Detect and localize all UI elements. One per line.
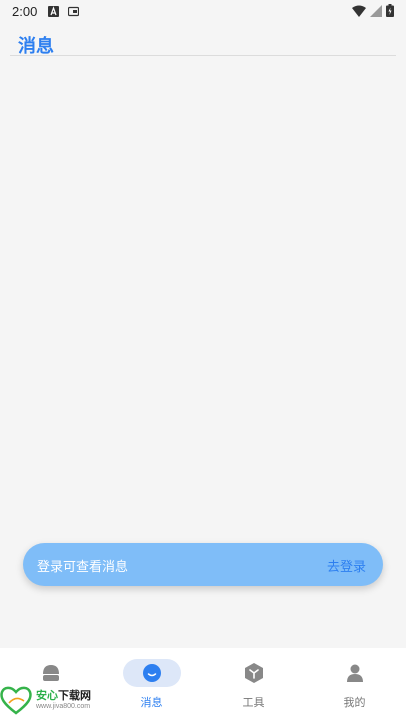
login-prompt-banner: 登录可查看消息 去登录 [23,543,383,586]
status-bar: 2:00 [0,0,406,24]
home-icon [43,665,59,681]
heart-logo-icon [0,686,32,715]
cell-signal-icon [370,4,382,17]
nav-label-tools: 工具 [242,696,265,709]
nav-label-profile: 我的 [343,696,366,709]
nav-label-messages: 消息 [140,696,163,709]
nav-item-messages[interactable]: 消息 [101,648,202,721]
profile-icon [347,664,363,682]
nav-item-tools[interactable]: 工具 [203,648,304,721]
status-time: 2:00 [12,4,38,19]
header-divider [10,55,396,56]
card-notification-icon [68,6,79,17]
nav-profile-icon-wrap [326,659,384,687]
login-prompt-text: 登录可查看消息 [37,560,129,575]
nav-item-profile[interactable]: 我的 [304,648,405,721]
watermark-url: www.jiva800.com [36,703,91,710]
tools-box-icon [245,663,263,683]
nav-messages-icon-wrap [123,659,181,687]
message-icon [143,664,161,682]
watermark-brand: 安心下载网 [36,687,91,703]
watermark-brand-dark: 下载网 [58,689,91,702]
watermark-brand-green: 安心 [36,689,58,702]
watermark: 安心下载网 www.jiva800.com [0,683,108,719]
battery-icon [386,4,394,17]
nav-tools-icon-wrap [225,659,283,687]
wifi-icon [352,5,366,17]
go-login-button[interactable]: 去登录 [327,556,366,575]
system-icons [352,4,394,17]
font-notification-icon [48,6,59,17]
